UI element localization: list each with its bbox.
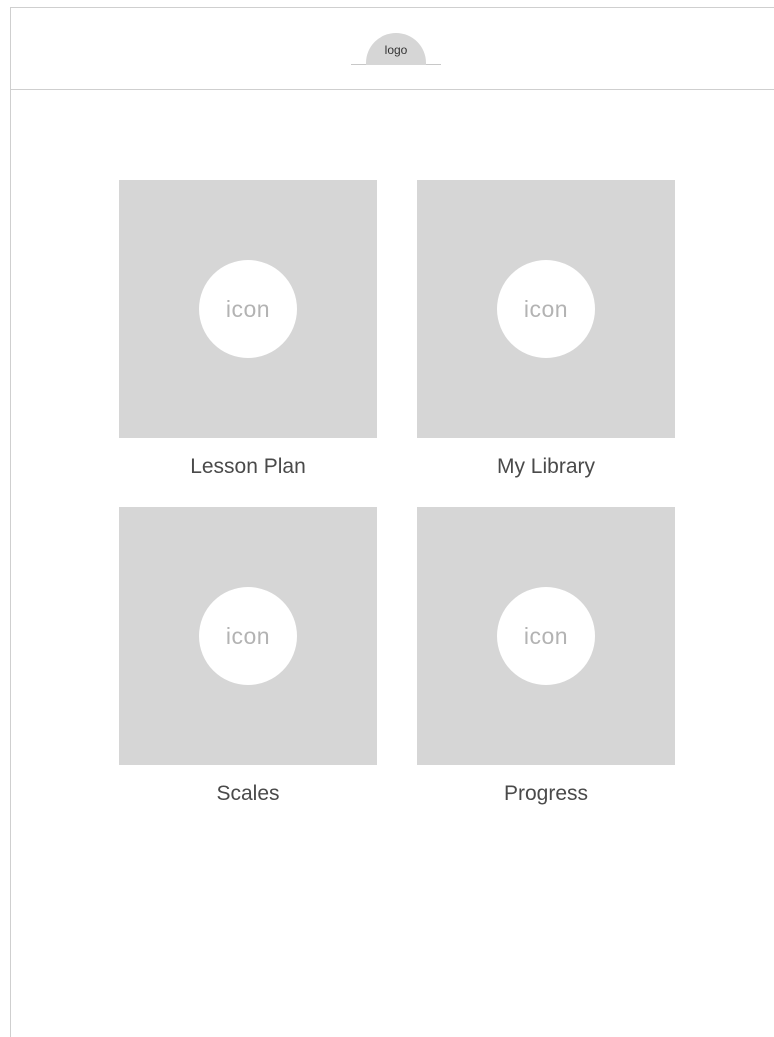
- scales-icon: icon: [199, 587, 297, 685]
- tile-image[interactable]: icon: [417, 507, 675, 765]
- tile-scales[interactable]: icon Scales: [119, 507, 377, 806]
- tile-image[interactable]: icon: [417, 180, 675, 438]
- tile-label[interactable]: My Library: [417, 455, 675, 479]
- tile-label[interactable]: Progress: [417, 782, 675, 806]
- app-frame: logo icon Lesson Plan icon My Library ic…: [10, 7, 774, 1037]
- tile-label[interactable]: Lesson Plan: [119, 455, 377, 479]
- icon-placeholder-text: icon: [523, 295, 569, 322]
- tile-lesson-plan[interactable]: icon Lesson Plan: [119, 180, 377, 479]
- header: logo: [11, 8, 774, 90]
- icon-placeholder-text: icon: [523, 622, 569, 649]
- my-library-icon: icon: [497, 260, 595, 358]
- icon-placeholder-text: icon: [225, 622, 271, 649]
- logo[interactable]: logo: [366, 33, 426, 65]
- lesson-plan-icon: icon: [199, 260, 297, 358]
- icon-placeholder-text: icon: [225, 295, 271, 322]
- logo-text: logo: [384, 43, 408, 57]
- tile-image[interactable]: icon: [119, 180, 377, 438]
- tile-progress[interactable]: icon Progress: [417, 507, 675, 806]
- tile-image[interactable]: icon: [119, 507, 377, 765]
- tile-my-library[interactable]: icon My Library: [417, 180, 675, 479]
- progress-icon: icon: [497, 587, 595, 685]
- tile-label[interactable]: Scales: [119, 782, 377, 806]
